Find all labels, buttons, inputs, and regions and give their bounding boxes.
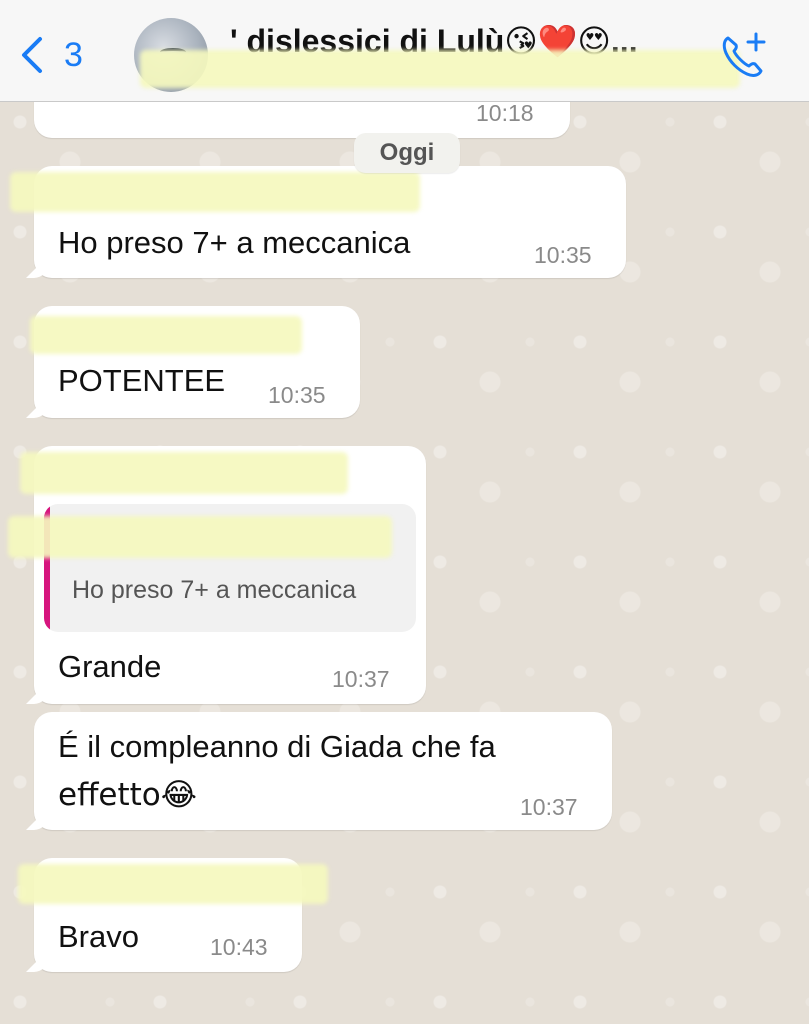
message-bubble[interactable]: É il compleanno di Giada che fa effetto😂… xyxy=(26,712,612,830)
date-divider: Oggi xyxy=(354,133,460,173)
message-time: 10:35 xyxy=(534,242,592,268)
chat-header: 3 ' dislessici di Lulù😘❤️😍... xyxy=(0,0,809,102)
message-text-line2: effetto😂 xyxy=(58,777,198,813)
redaction-mark xyxy=(30,316,302,354)
redaction-mark xyxy=(8,516,392,558)
message-text: Grande xyxy=(58,649,162,684)
message-time: 10:37 xyxy=(520,794,578,820)
message-time: 10:43 xyxy=(210,934,268,960)
message-text-line1: É il compleanno di Giada che fa xyxy=(58,729,496,764)
chevron-left-icon xyxy=(22,37,42,73)
message-text: Bravo xyxy=(58,919,139,954)
message-time: 10:37 xyxy=(332,666,390,692)
unread-count: 3 xyxy=(64,35,83,74)
message-text: Ho preso 7+ a meccanica xyxy=(58,225,411,260)
message-text: POTENTEE xyxy=(58,363,226,398)
phone-plus-icon xyxy=(722,32,766,77)
redaction-mark xyxy=(140,50,740,88)
redaction-mark xyxy=(10,172,420,212)
add-call-button[interactable] xyxy=(716,28,770,82)
redaction-mark xyxy=(18,864,328,904)
message-time: 10:35 xyxy=(268,382,326,408)
back-button[interactable]: 3 xyxy=(18,30,98,80)
message-time: 10:18 xyxy=(476,100,534,126)
quoted-text: Ho preso 7+ a meccanica xyxy=(72,576,357,604)
redaction-mark xyxy=(20,452,348,494)
